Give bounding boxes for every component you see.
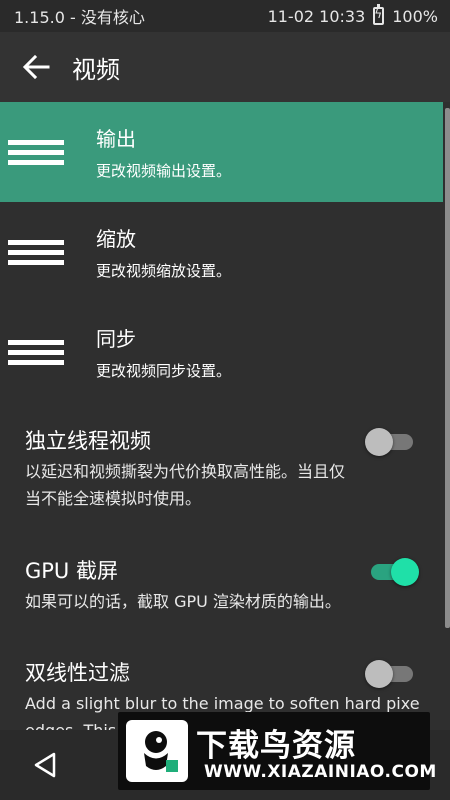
setting-title: GPU 截屏 [25,559,118,583]
menu-item-subtitle: 更改视频同步设置。 [96,362,232,380]
arrow-left-icon [22,54,50,80]
watermark: 下载鸟资源 WWW.XIAZAINIAO.COM [118,712,436,790]
watermark-title: 下载鸟资源 [196,728,356,764]
status-right: 11-02 10:33 ϟ 100% [267,4,438,26]
setting-description: 以延迟和视频撕裂为代价换取高性能。当且仅 当不能全速模拟时使用。 [25,458,419,512]
setting-desc-line: 当不能全速模拟时使用。 [25,489,202,508]
triangle-back-icon[interactable] [28,748,62,782]
screen: 1.15.0 - 没有核心 11-02 10:33 ϟ 100% 视频 输出 更… [0,0,450,800]
menu-item-title: 缩放 [96,227,136,251]
watermark-url: WWW.XIAZAINIAO.COM [204,762,437,782]
menu-item-subtitle: 更改视频缩放设置。 [96,262,232,280]
status-app-text: 1.15.0 - 没有核心 [14,8,145,27]
setting-threaded-video[interactable]: 独立线程视频 以延迟和视频撕裂为代价换取高性能。当且仅 当不能全速模拟时使用。 [0,402,443,532]
bilinear-filter-switch[interactable] [365,660,417,688]
back-button[interactable] [0,32,72,102]
menu-item-title: 输出 [96,127,136,151]
app-bar: 视频 [0,32,450,102]
setting-title: 双线性过滤 [25,661,130,685]
hamburger-icon [0,202,96,302]
scrollbar[interactable] [445,108,450,628]
battery-percent: 100% [392,6,438,26]
setting-desc-line: 以延迟和视频撕裂为代价换取高性能。当且仅 [25,462,346,481]
menu-item-subtitle: 更改视频输出设置。 [96,162,232,180]
menu-item-output[interactable]: 输出 更改视频输出设置。 [0,102,443,202]
menu-item-sync[interactable]: 同步 更改视频同步设置。 [0,302,443,402]
page-title: 视频 [72,55,120,84]
settings-list[interactable]: 输出 更改视频输出设置。 缩放 更改视频缩放设置。 同步 更改视频同步设置。 独… [0,102,450,730]
hamburger-icon [0,102,96,202]
threaded-video-switch[interactable] [365,428,417,456]
setting-desc-line: 如果可以的话，截取 GPU 渲染材质的输出。 [25,592,341,611]
menu-item-scaling[interactable]: 缩放 更改视频缩放设置。 [0,202,443,302]
bird-logo-icon [126,720,188,782]
status-bar: 1.15.0 - 没有核心 11-02 10:33 ϟ 100% [0,0,450,32]
setting-gpu-screenshot[interactable]: GPU 截屏 如果可以的话，截取 GPU 渲染材质的输出。 [0,532,443,634]
setting-title: 独立线程视频 [25,429,151,453]
setting-description: 如果可以的话，截取 GPU 渲染材质的输出。 [25,588,419,615]
gpu-screenshot-switch[interactable] [365,558,419,586]
status-datetime: 11-02 10:33 [267,6,366,26]
battery-icon: ϟ [373,4,385,25]
hamburger-icon [0,302,96,402]
menu-item-title: 同步 [96,327,136,351]
